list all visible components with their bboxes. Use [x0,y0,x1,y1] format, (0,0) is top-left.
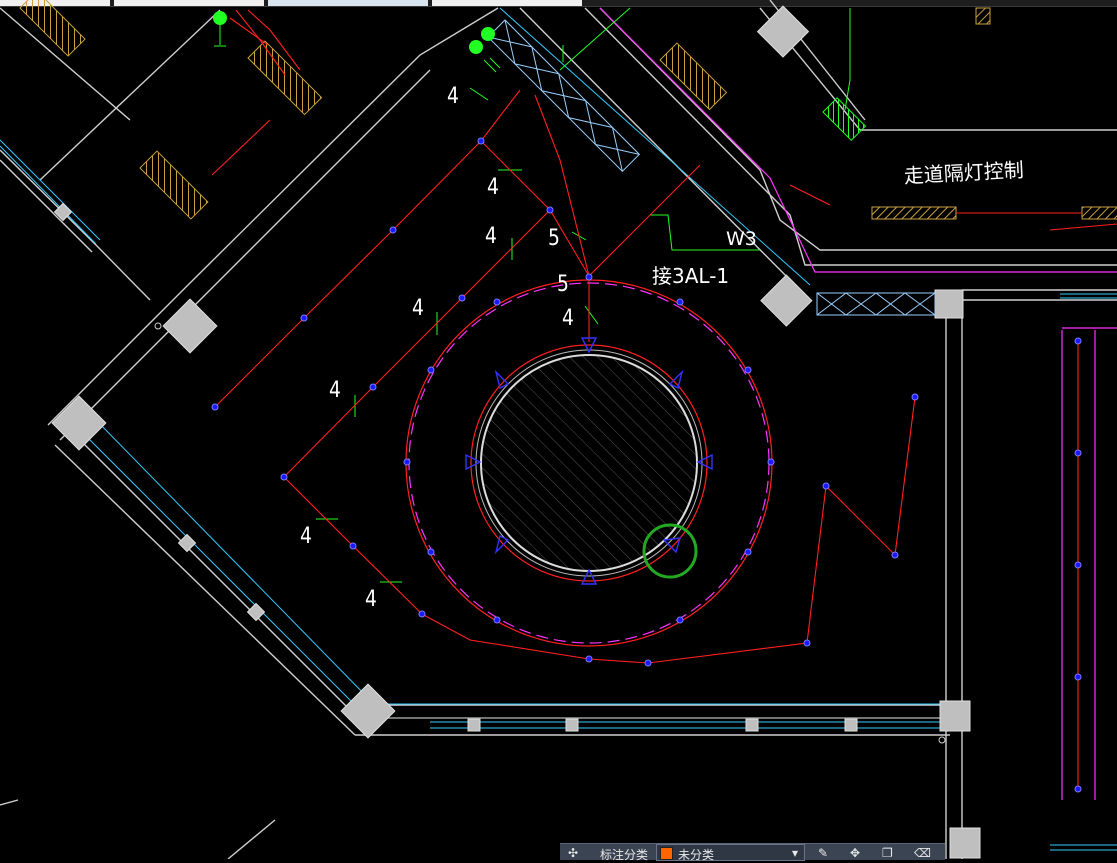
cad-drawing-canvas[interactable] [0,0,1117,859]
circuit-number-label: 4 [447,84,459,109]
circuit-number-label: 4 [487,175,499,200]
edit-icon[interactable]: ✎ [818,846,828,860]
circuit-number-label: 4 [329,378,341,403]
category-color-swatch [660,847,673,860]
green-sensors[interactable] [213,11,495,54]
circuit-number-label: 4 [485,224,497,249]
annotation-toolbar: ✣ 标注分类 未分类 ▾ ✎ ✥ ❐ ⌫ [560,843,945,862]
layers-icon[interactable]: ✣ [568,846,578,860]
delete-icon[interactable]: ⌫ [914,846,931,860]
panel-connection-label: 接3AL-1 [652,264,730,288]
circuit-code-label: W3 [726,228,757,250]
circuit-number-label: 5 [557,272,569,297]
circuit-number-label: 4 [300,524,312,549]
move-icon[interactable]: ✥ [850,846,860,860]
toolbar-field-label: 标注分类 [600,848,649,862]
copy-icon[interactable]: ❐ [882,846,893,860]
circuit-number-label: 4 [365,587,377,612]
chevron-down-icon[interactable]: ▾ [792,846,798,860]
category-dropdown-value: 未分类 [678,848,715,862]
circuit-number-label: 5 [548,226,560,251]
circuit-number-label: 4 [412,296,424,321]
circuit-number-label: 4 [562,306,574,331]
